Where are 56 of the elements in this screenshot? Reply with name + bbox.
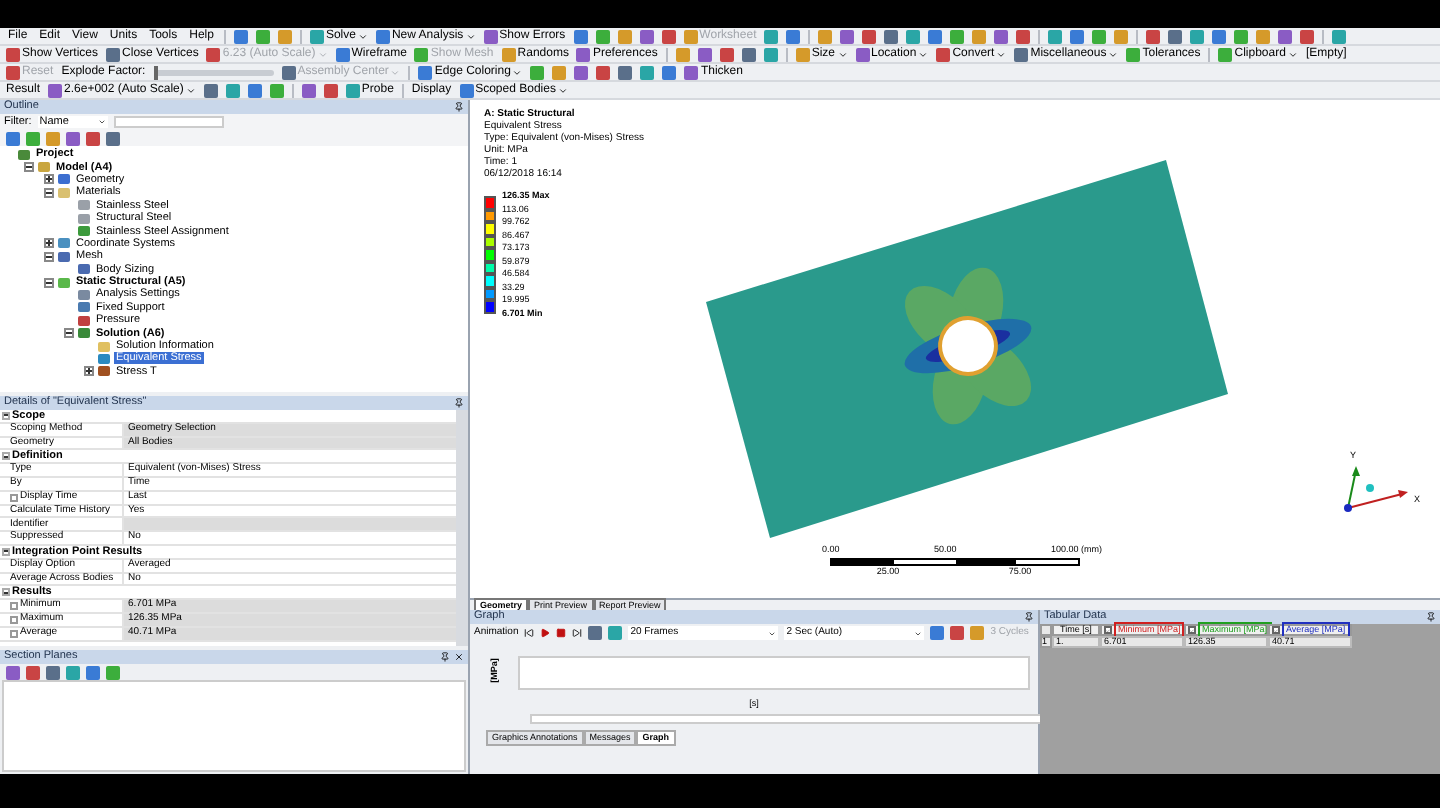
collapse-toggle[interactable] bbox=[44, 277, 54, 288]
tree-node-icon bbox=[18, 149, 30, 160]
checkbox[interactable] bbox=[10, 615, 18, 624]
checkbox[interactable] bbox=[10, 602, 18, 611]
caret-icon bbox=[357, 31, 368, 41]
section-toggle[interactable] bbox=[2, 588, 10, 597]
toolbar-icon[interactable] bbox=[1332, 29, 1347, 43]
axis-triad-drawing bbox=[1338, 464, 1410, 512]
tree-node-icon bbox=[78, 264, 90, 275]
collapse-toggle[interactable] bbox=[64, 328, 74, 339]
next-frame-icon[interactable] bbox=[572, 628, 583, 638]
caret-icon bbox=[390, 67, 401, 77]
caret-icon bbox=[317, 49, 328, 59]
toolbar-icon[interactable] bbox=[375, 29, 390, 43]
pin-icon[interactable] bbox=[1024, 612, 1034, 622]
collapse-toggle[interactable] bbox=[44, 251, 54, 262]
stop-icon[interactable] bbox=[556, 628, 567, 638]
filter-input[interactable] bbox=[113, 116, 224, 128]
header-corner bbox=[1040, 624, 1052, 636]
caret-icon bbox=[918, 49, 929, 59]
checkbox[interactable] bbox=[10, 629, 18, 638]
toolbar-icon[interactable] bbox=[48, 83, 63, 97]
play-icon[interactable] bbox=[540, 628, 551, 638]
checkbox[interactable] bbox=[1188, 626, 1196, 634]
previous-frame-icon[interactable] bbox=[524, 628, 535, 638]
caret-icon bbox=[1287, 49, 1298, 59]
caret-icon bbox=[512, 67, 523, 77]
caret-icon bbox=[1108, 49, 1119, 59]
pin-icon[interactable] bbox=[1426, 612, 1436, 622]
section-toggle[interactable] bbox=[2, 452, 10, 461]
expand-toggle[interactable] bbox=[84, 366, 94, 377]
caret-icon bbox=[465, 31, 476, 41]
caret-icon bbox=[837, 49, 847, 59]
expand-toggle[interactable] bbox=[44, 238, 54, 249]
checkbox[interactable] bbox=[1272, 626, 1280, 634]
section-toggle[interactable] bbox=[2, 547, 10, 556]
tree-node-icon bbox=[38, 162, 50, 173]
hole-shape bbox=[942, 320, 994, 372]
caret-icon bbox=[996, 49, 1007, 59]
explode-slider[interactable] bbox=[153, 69, 274, 75]
expand-toggle[interactable] bbox=[44, 174, 54, 185]
collapse-toggle[interactable] bbox=[44, 187, 54, 198]
caret-icon bbox=[185, 85, 196, 95]
toolbar-icon[interactable] bbox=[459, 83, 474, 97]
tree-node-icon bbox=[58, 277, 70, 288]
pin-icon[interactable] bbox=[440, 652, 450, 662]
slider-thumb[interactable] bbox=[153, 65, 158, 79]
graphics-viewport[interactable] bbox=[470, 100, 1440, 598]
caret-icon bbox=[557, 85, 568, 95]
section-toggle[interactable] bbox=[2, 411, 10, 420]
checkbox[interactable] bbox=[10, 493, 18, 502]
checkbox[interactable] bbox=[1104, 626, 1112, 634]
collapse-toggle[interactable] bbox=[24, 162, 34, 173]
pin-icon[interactable] bbox=[454, 398, 464, 408]
pin-icon[interactable] bbox=[454, 102, 464, 112]
toolbar-icon[interactable] bbox=[106, 47, 121, 61]
